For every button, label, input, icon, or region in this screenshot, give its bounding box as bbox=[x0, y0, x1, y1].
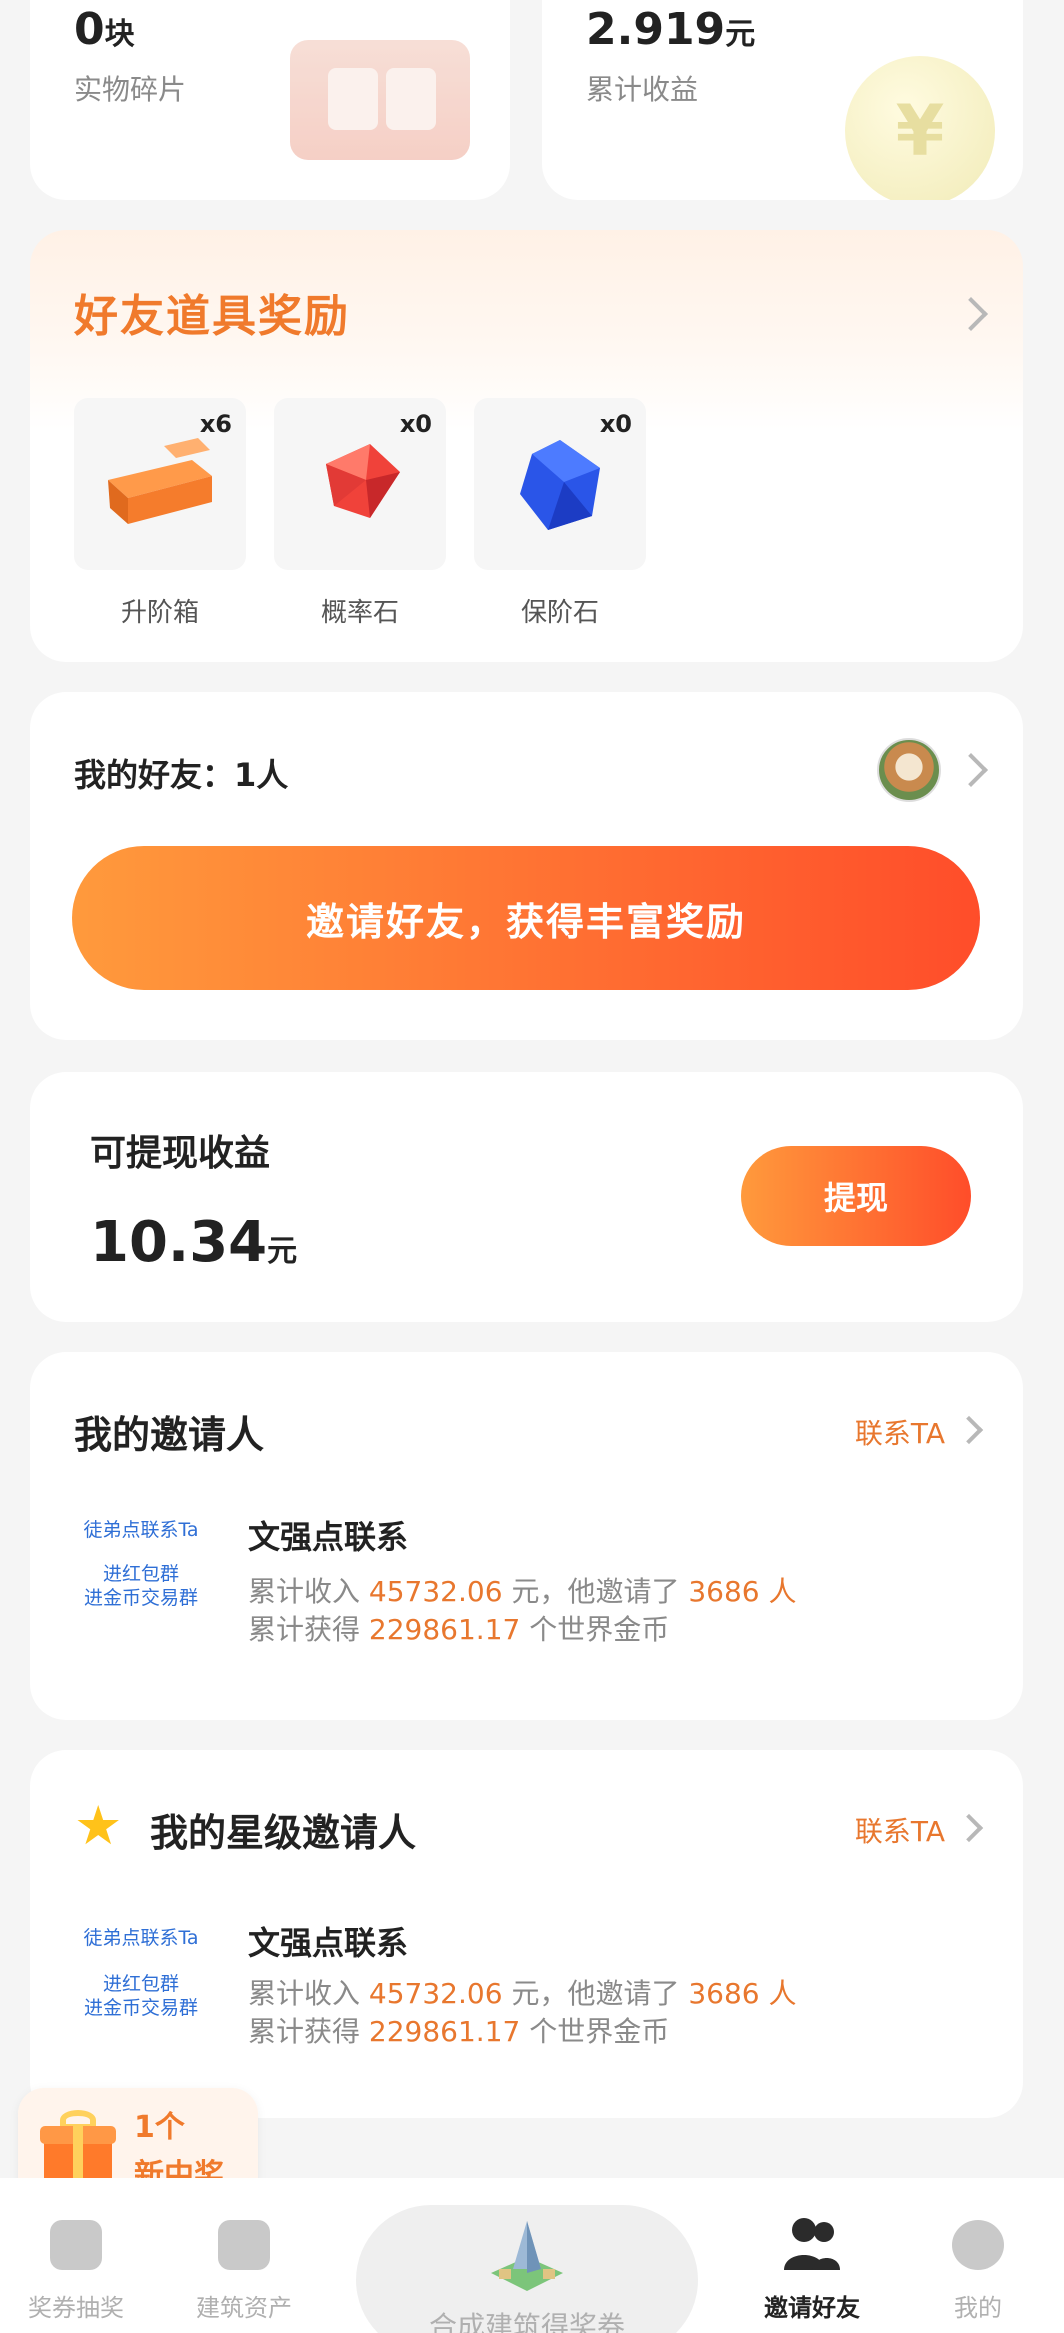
inviter-title: 我的邀请人 bbox=[74, 1413, 265, 1457]
invite-friends-button[interactable]: 邀请好友，获得丰富奖励 bbox=[72, 846, 980, 990]
chevron-right-icon[interactable] bbox=[954, 1415, 984, 1445]
nav-label: 我的 bbox=[954, 2294, 1002, 2322]
building-asset-icon bbox=[218, 2220, 270, 2270]
star-icon: ★ bbox=[74, 1794, 123, 1857]
item-tile-upgrade-box[interactable]: x6 bbox=[74, 398, 246, 570]
fragments-value: 0块 bbox=[74, 4, 135, 55]
prize-count: 1个 bbox=[134, 2110, 185, 2145]
my-inviter-card: 我的邀请人 联系TA 徒弟点联系Ta 进红包群 进金币交易群 文强点联系 累计收入… bbox=[30, 1352, 1023, 1720]
avatar[interactable] bbox=[877, 738, 941, 802]
withdraw-label: 可提现收益 bbox=[90, 1133, 271, 1174]
blue-gem-icon bbox=[520, 440, 600, 530]
chevron-right-icon[interactable] bbox=[954, 753, 988, 787]
withdraw-button[interactable]: 提现 bbox=[741, 1146, 971, 1246]
inviter-tag-contact[interactable]: 徒弟点联系Ta bbox=[66, 1926, 216, 1950]
withdrawable-earnings-card: 可提现收益 10.34元 提现 bbox=[30, 1072, 1023, 1322]
nav-item-profile[interactable]: 我的 bbox=[908, 2178, 1048, 2333]
invite-friends-icon bbox=[784, 2218, 840, 2270]
star-inviter-title: 我的星级邀请人 bbox=[150, 1811, 417, 1855]
inviter-tag-contact[interactable]: 徒弟点联系Ta bbox=[66, 1518, 216, 1542]
withdraw-amount: 10.34元 bbox=[90, 1210, 298, 1275]
my-star-inviter-card: ★ 我的星级邀请人 联系TA 徒弟点联系Ta 进红包群 进金币交易群 文强点联系 … bbox=[30, 1750, 1023, 2118]
chevron-right-icon[interactable] bbox=[954, 297, 988, 331]
center-tab-compose-building[interactable]: 合成建筑得奖券 bbox=[356, 2205, 698, 2333]
inviter-coins-line: 累计获得 229861.17 个世界金币 bbox=[248, 2015, 670, 2048]
fragments-stat-card[interactable]: 0块 实物碎片 bbox=[30, 0, 510, 200]
nav-item-invite-friends[interactable]: 邀请好友 bbox=[742, 2178, 882, 2333]
slot-machine-icon bbox=[290, 40, 470, 160]
chevron-right-icon[interactable] bbox=[954, 1813, 984, 1843]
item-label: 升阶箱 bbox=[120, 598, 199, 628]
item-tile-probability-stone[interactable]: x0 bbox=[274, 398, 446, 570]
contact-link[interactable]: 联系TA bbox=[855, 1810, 945, 1850]
earnings-value: 2.919元 bbox=[586, 4, 756, 55]
nav-label: 建筑资产 bbox=[196, 2294, 292, 2322]
red-gem-icon bbox=[326, 444, 400, 518]
nav-item-building-assets[interactable]: 建筑资产 bbox=[174, 2178, 314, 2333]
inviter-income-line: 累计收入 45732.06 元，他邀请了 3686 人 bbox=[248, 1977, 797, 2010]
fragments-label: 实物碎片 bbox=[74, 73, 187, 106]
earnings-stat-card[interactable]: 2.919元 累计收益 ¥ bbox=[542, 0, 1023, 200]
item-label: 概率石 bbox=[320, 598, 399, 628]
rewards-title: 好友道具奖励 bbox=[74, 291, 350, 342]
building-compose-icon bbox=[491, 2221, 563, 2291]
inviter-name: 文强点联系 bbox=[248, 1924, 409, 1962]
yuan-coin-icon: ¥ bbox=[845, 56, 995, 200]
nav-label: 奖券抽奖 bbox=[28, 2294, 124, 2322]
orange-box-icon bbox=[108, 438, 212, 524]
inviter-tag-group[interactable]: 进红包群 进金币交易群 bbox=[66, 1562, 216, 1610]
profile-icon bbox=[952, 2220, 1004, 2270]
contact-link[interactable]: 联系TA bbox=[855, 1412, 945, 1452]
earnings-label: 累计收益 bbox=[586, 73, 699, 106]
my-friends-card: 我的好友：1人 邀请好友，获得丰富奖励 bbox=[30, 692, 1023, 1040]
lottery-icon bbox=[50, 2220, 102, 2270]
item-tile-guard-stone[interactable]: x0 bbox=[474, 398, 646, 570]
nav-label: 邀请好友 bbox=[764, 2294, 860, 2322]
inviter-tag-group[interactable]: 进红包群 进金币交易群 bbox=[66, 1972, 216, 2020]
inviter-coins-line: 累计获得 229861.17 个世界金币 bbox=[248, 1613, 670, 1646]
center-tab-label: 合成建筑得奖券 bbox=[428, 2310, 625, 2333]
inviter-name: 文强点联系 bbox=[248, 1518, 409, 1556]
friends-count-label: 我的好友：1人 bbox=[74, 756, 289, 794]
item-label: 保阶石 bbox=[520, 598, 599, 628]
inviter-income-line: 累计收入 45732.06 元，他邀请了 3686 人 bbox=[248, 1575, 797, 1608]
friend-item-rewards-card: 好友道具奖励 x6 升阶箱 x0 概率石 x0 保阶石 bbox=[30, 230, 1023, 662]
nav-item-lottery[interactable]: 奖券抽奖 bbox=[6, 2178, 146, 2333]
